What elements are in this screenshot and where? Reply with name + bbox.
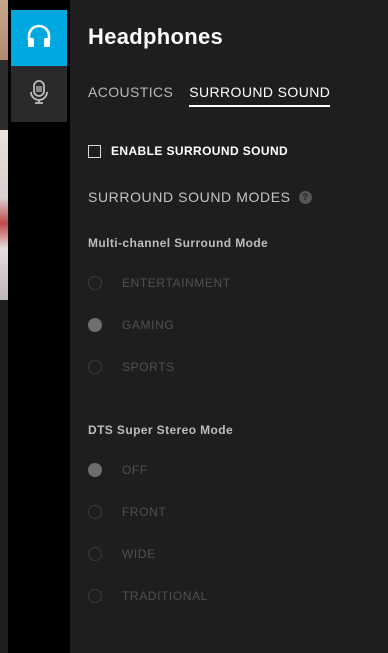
dts-mode-label: DTS Super Stereo Mode [88,423,234,437]
radio-label: SPORTS [122,360,175,374]
enable-surround-checkbox[interactable] [88,144,101,158]
radio-label: ENTERTAINMENT [122,276,231,290]
radio-label: TRADITIONAL [122,589,208,603]
radio-label: OFF [122,463,148,477]
desktop-background-strip [0,0,8,653]
radio-button-selected[interactable] [88,463,102,477]
radio-button[interactable] [88,547,102,561]
settings-panel: Headphones ACOUSTICS SURROUND SOUND ENAB… [70,0,388,653]
microphone-tab-button[interactable] [11,66,67,122]
radio-front[interactable]: FRONT [88,505,166,519]
radio-traditional[interactable]: TRADITIONAL [88,589,208,603]
radio-entertainment[interactable]: ENTERTAINMENT [88,276,231,290]
device-rail [8,0,70,653]
microphone-icon [25,78,53,111]
radio-button-selected[interactable] [88,318,102,332]
surround-modes-heading-text: SURROUND SOUND MODES [88,189,291,205]
radio-button[interactable] [88,276,102,290]
radio-sports[interactable]: SPORTS [88,360,175,374]
radio-label: WIDE [122,547,156,561]
radio-off[interactable]: OFF [88,463,148,477]
headphones-icon [25,22,53,55]
tab-bar: ACOUSTICS SURROUND SOUND [88,84,331,107]
surround-modes-heading: SURROUND SOUND MODES ? [88,189,312,205]
radio-button[interactable] [88,360,102,374]
headphones-tab-button[interactable] [11,10,67,66]
enable-surround-label: ENABLE SURROUND SOUND [111,144,289,158]
radio-gaming[interactable]: GAMING [88,318,174,332]
multichannel-mode-label: Multi-channel Surround Mode [88,236,269,250]
radio-label: GAMING [122,318,175,332]
page-title: Headphones [88,24,224,49]
tab-acoustics[interactable]: ACOUSTICS [88,84,173,107]
tab-surround-sound[interactable]: SURROUND SOUND [189,84,331,107]
radio-label: FRONT [122,505,167,519]
help-icon[interactable]: ? [298,190,312,204]
enable-surround-toggle[interactable]: ENABLE SURROUND SOUND [88,144,288,158]
radio-button[interactable] [88,589,102,603]
radio-wide[interactable]: WIDE [88,547,156,561]
radio-button[interactable] [88,505,102,519]
